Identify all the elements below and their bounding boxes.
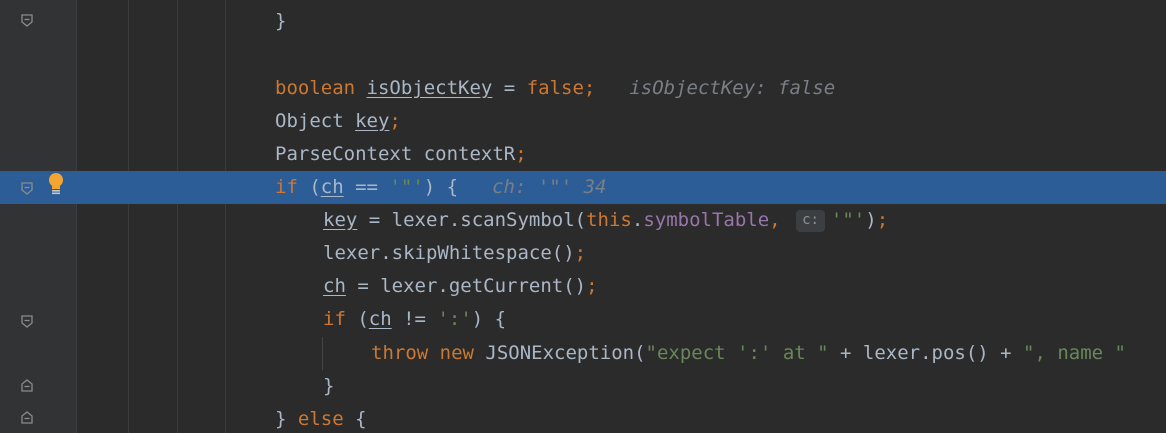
code-token: + lexer.pos() + <box>828 342 1024 364</box>
current-line[interactable]: if (ch == '"') { ch: '"' 34 <box>0 171 1166 204</box>
inline-debug-value: isObjectKey: false <box>629 77 836 99</box>
code-line-text: lexer.skipWhitespace(); <box>323 237 586 270</box>
code-line[interactable]: boolean isObjectKey = false; isObjectKey:… <box>0 72 1166 105</box>
code-token: = <box>492 77 527 99</box>
code-line-text: Object key; <box>275 105 401 138</box>
code-token: ':' <box>437 308 472 330</box>
code-line[interactable] <box>0 38 1166 71</box>
code-line-text: } <box>323 370 334 403</box>
code-token: if <box>323 308 358 330</box>
code-token: , <box>769 209 793 231</box>
code-line[interactable]: ch = lexer.getCurrent(); <box>0 270 1166 303</box>
code-line[interactable]: lexer.skipWhitespace(); <box>0 237 1166 270</box>
code-token: key <box>355 110 390 132</box>
code-line-text: if (ch == '"') { ch: '"' 34 <box>275 171 606 204</box>
fold-end-icon[interactable] <box>20 410 34 426</box>
code-token: } <box>323 375 335 397</box>
code-token: != <box>391 308 438 330</box>
fold-end-icon[interactable] <box>20 378 34 394</box>
code-token: throw new <box>371 342 486 364</box>
code-token: { <box>355 408 367 430</box>
code-token: isObjectKey <box>366 77 493 99</box>
code-token: ; <box>876 209 889 231</box>
code-token: ( <box>357 308 369 330</box>
code-token: ch <box>320 176 344 198</box>
code-token: ( <box>309 176 321 198</box>
code-line-text: throw new JSONException("expect ':' at "… <box>371 337 1126 370</box>
code-token: ; <box>583 77 596 99</box>
code-token: == <box>343 176 390 198</box>
code-token: ", name " <box>1023 342 1126 364</box>
fold-start-icon[interactable] <box>20 180 34 196</box>
code-token: ; <box>515 143 527 165</box>
code-token: this <box>586 209 632 231</box>
code-token: Object <box>275 110 356 132</box>
code-token: boolean <box>275 77 367 99</box>
code-token: = lexer.getCurrent() <box>345 275 587 297</box>
code-token: ch <box>323 275 346 297</box>
code-line-text: boolean isObjectKey = false; isObjectKey:… <box>275 72 835 105</box>
code-line[interactable]: if (ch != ':') { <box>0 303 1166 336</box>
lightbulb-icon[interactable] <box>46 172 66 196</box>
code-line[interactable]: Object key; <box>0 105 1166 138</box>
code-token: ) <box>865 209 877 231</box>
code-token: ; <box>574 242 587 264</box>
code-token: '"' <box>389 176 424 198</box>
code-token: . <box>631 209 644 231</box>
code-token: "expect ':' at " <box>645 342 829 364</box>
code-token: if <box>275 176 310 198</box>
code-token: ) { <box>471 308 507 330</box>
code-line-text: if (ch != ':') { <box>323 303 506 336</box>
code-line[interactable]: } else { <box>0 403 1166 433</box>
code-line-text: } else { <box>275 403 367 433</box>
code-line-text: ch = lexer.getCurrent(); <box>323 270 598 303</box>
code-line[interactable]: key = lexer.scanSymbol(this.symbolTable,… <box>0 204 1166 237</box>
code-token: } <box>275 408 298 430</box>
code-token: ) { <box>423 176 459 198</box>
fold-start-icon[interactable] <box>20 313 34 329</box>
code-token: '"' <box>830 209 866 231</box>
code-token: ; <box>586 275 598 297</box>
code-token: ParseContext contextR <box>275 143 516 165</box>
code-line[interactable]: } <box>0 370 1166 403</box>
code-token: = lexer.scanSymbol( <box>357 209 587 231</box>
code-token: lexer.skipWhitespace() <box>323 242 575 264</box>
code-editor[interactable]: } boolean isObjectKey = false; isObjectKey… <box>0 0 1166 433</box>
code-line[interactable]: } <box>0 5 1166 38</box>
code-line[interactable]: throw new JSONException("expect ':' at "… <box>0 337 1166 370</box>
code-token: } <box>275 10 287 32</box>
inline-debug-value: ch: '"' 34 <box>492 176 607 198</box>
indent-guide <box>322 337 323 370</box>
code-token: ch <box>368 308 392 330</box>
code-token: ; <box>389 110 401 132</box>
code-line-text: key = lexer.scanSymbol(this.symbolTable,… <box>323 204 888 237</box>
fold-end-icon[interactable] <box>20 12 34 28</box>
code-token: false <box>526 77 584 99</box>
code-line-text: ParseContext contextR; <box>275 138 527 171</box>
code-token: else <box>297 408 356 430</box>
code-token: symbolTable <box>643 209 770 231</box>
code-token: key <box>323 209 358 231</box>
code-line-text: } <box>275 5 286 38</box>
parameter-hint: c: <box>796 209 825 232</box>
code-token: JSONException( <box>485 342 646 364</box>
code-line[interactable]: ParseContext contextR; <box>0 138 1166 171</box>
